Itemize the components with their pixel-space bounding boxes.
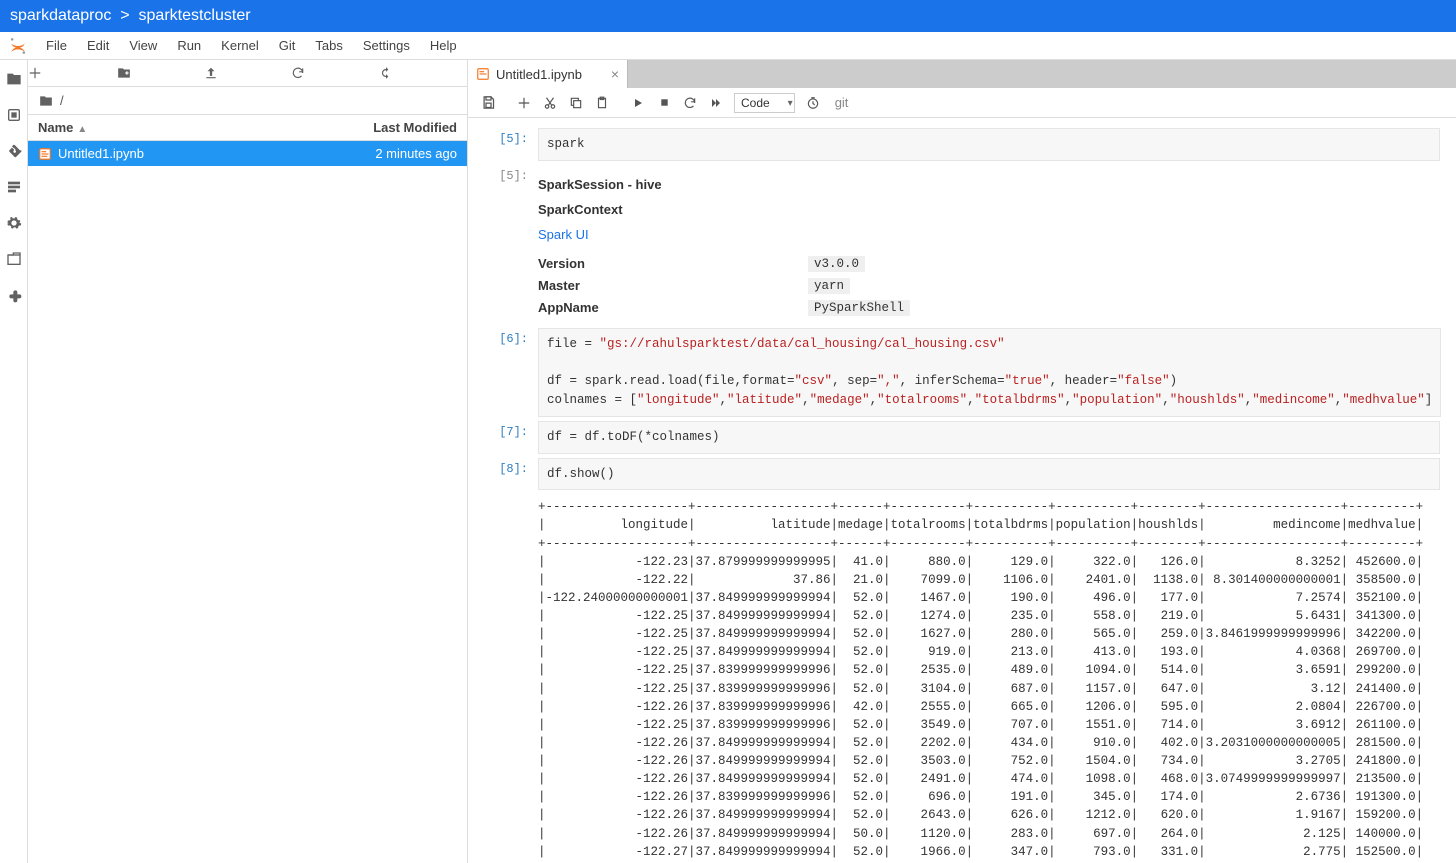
cell-6-input[interactable]: [6]: file = "gs://rahulsparktest/data/ca… [468,326,1456,419]
paste-button[interactable] [590,91,614,115]
code-input[interactable]: df = df.toDF(*colnames) [538,421,1440,454]
menu-bar: File Edit View Run Kernel Git Tabs Setti… [0,32,1456,60]
file-name: Untitled1.ipynb [58,146,144,161]
menu-help[interactable]: Help [420,34,467,57]
sort-caret-icon: ▲ [77,124,87,135]
breadcrumb-leaf[interactable]: sparktestcluster [139,7,251,24]
settings-gear-icon[interactable] [5,214,23,232]
breadcrumb-sep: > [120,7,129,24]
breadcrumb: sparkdataproc > sparktestcluster [0,0,1456,32]
menu-run[interactable]: Run [167,34,211,57]
commands-icon[interactable] [5,178,23,196]
upload-button[interactable] [204,60,292,86]
col-modified-header[interactable]: Last Modified [373,120,457,135]
close-icon[interactable]: × [611,66,619,82]
tab-untitled1[interactable]: Untitled1.ipynb × [468,60,628,88]
menu-file[interactable]: File [36,34,77,57]
notebook-body: [5]: spark [5]: SparkSession - hive Spar… [468,118,1456,863]
kv-master-val: yarn [808,278,850,294]
menu-view[interactable]: View [119,34,167,57]
copy-button[interactable] [564,91,588,115]
menu-tabs[interactable]: Tabs [305,34,352,57]
run-button[interactable] [626,91,650,115]
prompt-in: [7]: [468,421,538,454]
notebook-file-icon [38,147,52,161]
file-path[interactable]: / [28,87,467,115]
restart-run-all-button[interactable] [704,91,728,115]
kv-appname-val: PySparkShell [808,300,910,316]
code-input[interactable]: df.show() [538,458,1440,491]
notebook-toolbar: Code git [468,88,1456,118]
spark-session-title: SparkSession - hive [538,177,1440,192]
jupyter-logo-icon [6,34,30,58]
menu-kernel[interactable]: Kernel [211,34,269,57]
prompt-in: [8]: [468,458,538,491]
git-icon[interactable] [5,142,23,160]
tabs-icon[interactable] [5,250,23,268]
left-icon-bar [0,60,28,863]
new-folder-button[interactable] [116,60,204,86]
spark-ui-link[interactable]: Spark UI [538,227,589,242]
git-toolbar-label[interactable]: git [835,95,849,110]
kv-appname-key: AppName [538,300,808,316]
path-slash: / [60,93,64,108]
prompt-in: [6]: [468,328,538,417]
timing-icon[interactable] [801,91,825,115]
cell-5-output: [5]: SparkSession - hive SparkContext Sp… [468,163,1456,326]
notebook-tab-icon [476,67,490,81]
file-toolbar [28,60,467,87]
insert-cell-button[interactable] [512,91,536,115]
cell-7-input[interactable]: [7]: df = df.toDF(*colnames) [468,419,1456,456]
cell-8-input[interactable]: [8]: df.show() [468,456,1456,493]
cell-5-input[interactable]: [5]: spark [468,126,1456,163]
kv-master-key: Master [538,278,808,294]
interrupt-button[interactable] [652,91,676,115]
code-input[interactable]: spark [538,128,1440,161]
content-area: Untitled1.ipynb × Code git [ [468,60,1456,863]
file-modified: 2 minutes ago [375,146,457,161]
kv-version-key: Version [538,256,808,272]
file-row[interactable]: Untitled1.ipynb 2 minutes ago [28,141,467,166]
kv-version-val: v3.0.0 [808,256,865,272]
prompt-out: [5]: [468,165,538,324]
folder-icon[interactable] [5,70,23,88]
save-button[interactable] [476,91,500,115]
spark-context-title: SparkContext [538,202,1440,217]
menu-edit[interactable]: Edit [77,34,119,57]
refresh-button[interactable] [291,60,379,86]
extension-icon[interactable] [5,286,23,304]
cell-type-select[interactable]: Code [730,95,799,110]
cut-button[interactable] [538,91,562,115]
git-clone-button[interactable] [379,60,467,86]
tab-title: Untitled1.ipynb [496,67,582,82]
menu-git[interactable]: Git [269,34,306,57]
file-browser: / Name▲ Last Modified Untitled1.ipynb 2 … [28,60,468,863]
restart-button[interactable] [678,91,702,115]
code-input[interactable]: file = "gs://rahulsparktest/data/cal_hou… [538,328,1441,417]
prompt-out [468,494,538,863]
running-icon[interactable] [5,106,23,124]
menu-settings[interactable]: Settings [353,34,420,57]
folder-path-icon [38,94,54,108]
breadcrumb-root[interactable]: sparkdataproc [10,7,111,24]
new-launcher-button[interactable] [28,60,116,86]
output-text: +-------------------+------------------+… [538,498,1440,863]
col-name-header[interactable]: Name▲ [38,120,373,135]
cell-8-output: +-------------------+------------------+… [468,492,1456,863]
tab-strip: Untitled1.ipynb × [468,60,1456,88]
file-list-header: Name▲ Last Modified [28,115,467,141]
prompt-in: [5]: [468,128,538,161]
